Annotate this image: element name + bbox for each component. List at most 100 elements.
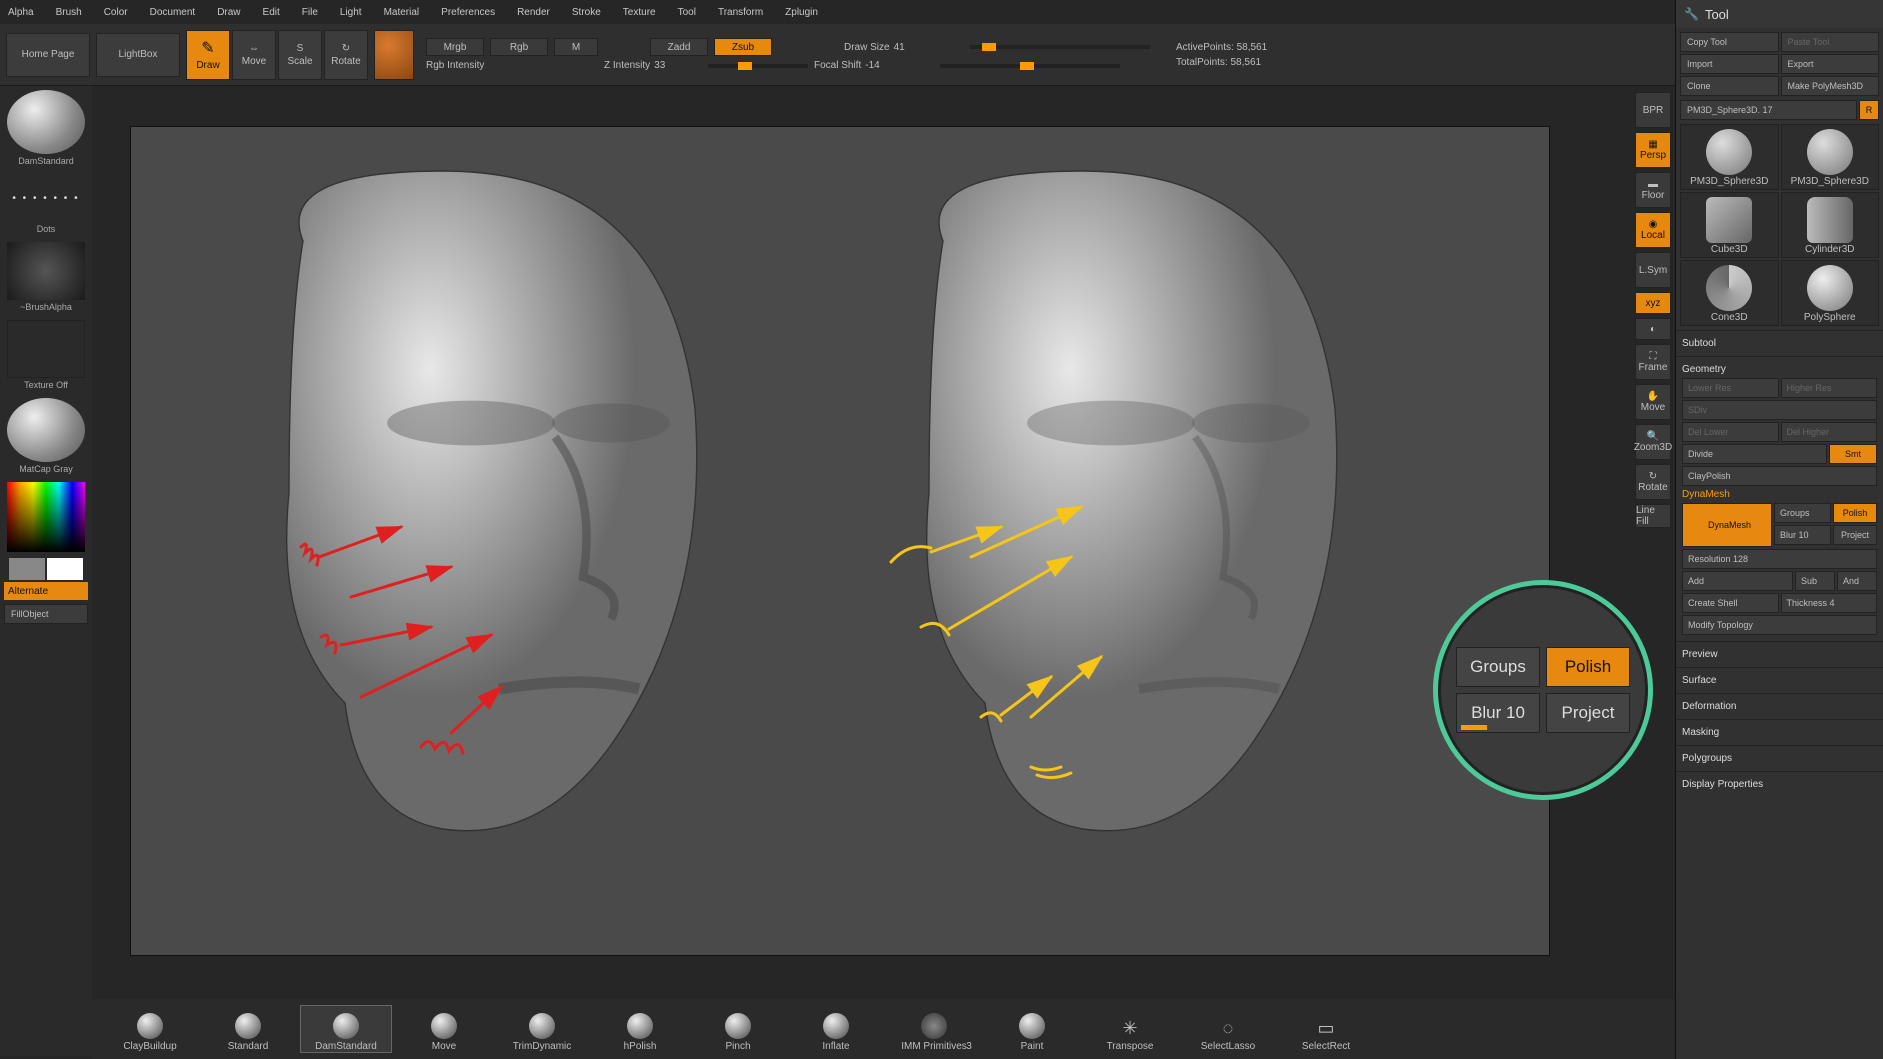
menu-item[interactable]: Edit: [263, 7, 280, 18]
tool-item[interactable]: Cone3D: [1680, 260, 1779, 326]
polygroups-section[interactable]: Polygroups: [1682, 753, 1877, 764]
sdiv-slider[interactable]: SDiv: [1682, 400, 1877, 420]
sub-button[interactable]: Sub: [1795, 571, 1835, 591]
menu-item[interactable]: Brush: [56, 7, 82, 18]
xyz-button[interactable]: xyz: [1635, 292, 1671, 314]
menu-item[interactable]: Stroke: [572, 7, 601, 18]
menu-item[interactable]: Preferences: [441, 7, 495, 18]
masking-section[interactable]: Masking: [1682, 727, 1877, 738]
linefill-button[interactable]: Line Fill: [1635, 504, 1671, 528]
viewport-canvas[interactable]: [130, 126, 1550, 956]
groups-button[interactable]: Groups: [1774, 503, 1831, 523]
tool-item[interactable]: PolySphere: [1781, 260, 1880, 326]
surface-section[interactable]: Surface: [1682, 675, 1877, 686]
higherres-button[interactable]: Higher Res: [1781, 378, 1878, 398]
drawsize-slider[interactable]: [970, 45, 1150, 49]
zoom3d-button[interactable]: 🔍Zoom3D: [1635, 424, 1671, 460]
r-button[interactable]: R: [1859, 100, 1879, 120]
resolution-slider[interactable]: Resolution 128: [1682, 549, 1877, 569]
and-button[interactable]: And: [1837, 571, 1877, 591]
createshell-button[interactable]: Create Shell: [1682, 593, 1779, 613]
import-button[interactable]: Import: [1680, 54, 1779, 74]
shelf-brush[interactable]: hPolish: [594, 1005, 686, 1053]
nav-rotate-button[interactable]: ↻Rotate: [1635, 464, 1671, 500]
blur-slider[interactable]: Blur 10: [1774, 525, 1831, 545]
shelf-brush[interactable]: TrimDynamic: [496, 1005, 588, 1053]
lowerres-button[interactable]: Lower Res: [1682, 378, 1779, 398]
focal-slider[interactable]: [940, 64, 1120, 68]
project-button[interactable]: Project: [1833, 525, 1877, 545]
rgb-button[interactable]: Rgb: [490, 38, 548, 56]
menu-item[interactable]: Tool: [678, 7, 696, 18]
persp-button[interactable]: ▦Persp: [1635, 132, 1671, 168]
lightbox-button[interactable]: LightBox: [96, 33, 180, 77]
shelf-selectrect[interactable]: ▭SelectRect: [1280, 1005, 1372, 1053]
export-button[interactable]: Export: [1781, 54, 1880, 74]
geometry-section[interactable]: Geometry: [1682, 364, 1877, 375]
solo-button[interactable]: ◐: [1635, 318, 1671, 340]
alpha-preview[interactable]: [7, 242, 85, 300]
rotate-mode-button[interactable]: ↻Rotate: [324, 30, 368, 80]
shelf-brush[interactable]: Move: [398, 1005, 490, 1053]
m-button[interactable]: M: [554, 38, 598, 56]
zadd-button[interactable]: Zadd: [650, 38, 708, 56]
delhigher-button[interactable]: Del Higher: [1781, 422, 1878, 442]
menu-item[interactable]: Alpha: [8, 7, 34, 18]
tool-name-field[interactable]: PM3D_Sphere3D. 17: [1680, 100, 1857, 120]
copy-tool-button[interactable]: Copy Tool: [1680, 32, 1779, 52]
deformation-section[interactable]: Deformation: [1682, 701, 1877, 712]
menu-item[interactable]: Draw: [217, 7, 240, 18]
claypolish-button[interactable]: ClayPolish: [1682, 466, 1877, 486]
material-swatch[interactable]: [374, 30, 414, 80]
dynamesh-section[interactable]: DynaMesh: [1682, 489, 1877, 500]
clone-button[interactable]: Clone: [1680, 76, 1779, 96]
alternate-button[interactable]: Alternate: [4, 582, 88, 600]
stroke-preview[interactable]: [7, 174, 85, 222]
texture-preview[interactable]: [7, 320, 85, 378]
tool-item[interactable]: Cube3D: [1680, 192, 1779, 258]
mrgb-button[interactable]: Mrgb: [426, 38, 484, 56]
shelf-brush[interactable]: Paint: [986, 1005, 1078, 1053]
make-polymesh-button[interactable]: Make PolyMesh3D: [1781, 76, 1880, 96]
dellower-button[interactable]: Del Lower: [1682, 422, 1779, 442]
menu-item[interactable]: Zplugin: [785, 7, 818, 18]
fillobject-button[interactable]: FillObject: [4, 604, 88, 624]
scale-mode-button[interactable]: SScale: [278, 30, 322, 80]
paste-tool-button[interactable]: Paste Tool: [1781, 32, 1880, 52]
menu-item[interactable]: File: [302, 7, 318, 18]
menu-item[interactable]: Render: [517, 7, 550, 18]
shelf-brush[interactable]: Standard: [202, 1005, 294, 1053]
color-picker[interactable]: [7, 482, 85, 552]
move-mode-button[interactable]: ⇔Move: [232, 30, 276, 80]
menu-item[interactable]: Color: [104, 7, 128, 18]
menu-item[interactable]: Material: [384, 7, 420, 18]
bpr-button[interactable]: BPR: [1635, 92, 1671, 128]
dynamesh-button[interactable]: DynaMesh: [1682, 503, 1772, 547]
local-button[interactable]: ◉Local: [1635, 212, 1671, 248]
floor-button[interactable]: ▬Floor: [1635, 172, 1671, 208]
tool-item[interactable]: PM3D_Sphere3D: [1680, 124, 1779, 190]
frame-button[interactable]: ⛶Frame: [1635, 344, 1671, 380]
shelf-brush[interactable]: IMM Primitives3: [888, 1005, 980, 1053]
display-section[interactable]: Display Properties: [1682, 779, 1877, 790]
brush-preview[interactable]: [7, 90, 85, 154]
secondary-color[interactable]: [9, 558, 45, 580]
menu-item[interactable]: Document: [150, 7, 196, 18]
shelf-transpose[interactable]: ✳Transpose: [1084, 1005, 1176, 1053]
shelf-brush[interactable]: Inflate: [790, 1005, 882, 1053]
primary-color[interactable]: [47, 558, 83, 580]
thickness-slider[interactable]: Thickness 4: [1781, 593, 1878, 613]
menu-item[interactable]: Transform: [718, 7, 763, 18]
add-button[interactable]: Add: [1682, 571, 1793, 591]
menu-item[interactable]: Texture: [623, 7, 656, 18]
modtopology-button[interactable]: Modify Topology: [1682, 615, 1877, 635]
subtool-section[interactable]: Subtool: [1682, 338, 1877, 349]
shelf-selectlasso[interactable]: ◌SelectLasso: [1182, 1005, 1274, 1053]
polish-button[interactable]: Polish: [1833, 503, 1877, 523]
menu-item[interactable]: Light: [340, 7, 362, 18]
zsub-button[interactable]: Zsub: [714, 38, 772, 56]
zintensity-slider[interactable]: [708, 64, 808, 68]
material-preview[interactable]: [7, 398, 85, 462]
tool-item[interactable]: Cylinder3D: [1781, 192, 1880, 258]
divide-button[interactable]: Divide: [1682, 444, 1827, 464]
